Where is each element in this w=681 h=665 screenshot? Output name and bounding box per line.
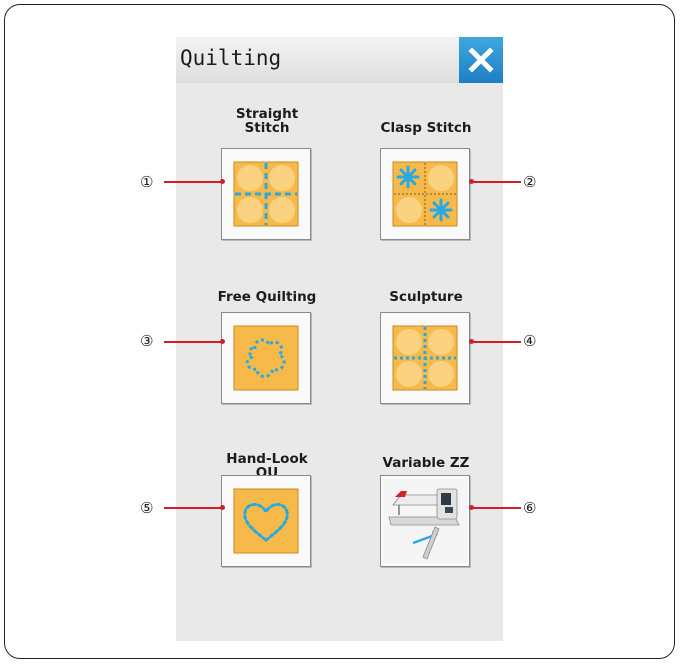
leader-dot-2 bbox=[469, 179, 474, 184]
quilting-screen: Quilting Straight Stitch Clasp Stitch Fr… bbox=[176, 37, 503, 641]
sculpture-label: Sculpture bbox=[389, 289, 463, 305]
callout-2: ② bbox=[523, 173, 537, 191]
hand-look-quilting-button[interactable] bbox=[221, 475, 311, 567]
straight-stitch-label-line1: Straight bbox=[235, 106, 299, 122]
leader-line-5 bbox=[164, 507, 222, 509]
leader-line-2 bbox=[472, 181, 521, 183]
clasp-stitch-icon bbox=[392, 161, 458, 227]
page-title: Quilting bbox=[180, 46, 282, 70]
title-bar: Quilting bbox=[176, 37, 503, 83]
sculpture-button[interactable] bbox=[380, 312, 470, 404]
straight-stitch-label: Straight Stitch bbox=[197, 107, 337, 135]
leader-dot-5 bbox=[220, 505, 225, 510]
sculpture-icon bbox=[392, 325, 458, 391]
leader-dot-1 bbox=[220, 179, 225, 184]
leader-line-4 bbox=[472, 341, 521, 343]
callout-5: ⑤ bbox=[140, 499, 154, 517]
sewing-machine-knee-lifter-icon bbox=[383, 479, 467, 563]
variable-zz-label: Variable ZZ bbox=[382, 455, 470, 471]
free-quilting-icon bbox=[233, 325, 299, 391]
leader-dot-4 bbox=[469, 339, 474, 344]
close-button[interactable] bbox=[459, 37, 503, 83]
leader-dot-3 bbox=[220, 339, 225, 344]
callout-4: ④ bbox=[523, 332, 537, 350]
hand-look-quilting-icon bbox=[233, 488, 299, 554]
free-quilting-label: Free Quilting bbox=[217, 289, 317, 305]
leader-line-3 bbox=[164, 341, 222, 343]
leader-dot-6 bbox=[469, 505, 474, 510]
hand-look-label-line1: Hand-Look bbox=[226, 451, 308, 467]
clasp-stitch-label: Clasp Stitch bbox=[380, 120, 472, 136]
free-quilting-button[interactable] bbox=[221, 312, 311, 404]
straight-stitch-button[interactable] bbox=[221, 148, 311, 240]
callout-6: ⑥ bbox=[523, 499, 537, 517]
close-icon bbox=[468, 47, 494, 73]
straight-stitch-label-line2: Stitch bbox=[244, 120, 290, 136]
callout-1: ① bbox=[140, 173, 154, 191]
leader-line-1 bbox=[164, 181, 222, 183]
variable-zz-button[interactable] bbox=[380, 475, 470, 567]
leader-line-6 bbox=[472, 507, 521, 509]
straight-stitch-icon bbox=[233, 161, 299, 227]
clasp-stitch-button[interactable] bbox=[380, 148, 470, 240]
callout-3: ③ bbox=[140, 332, 154, 350]
